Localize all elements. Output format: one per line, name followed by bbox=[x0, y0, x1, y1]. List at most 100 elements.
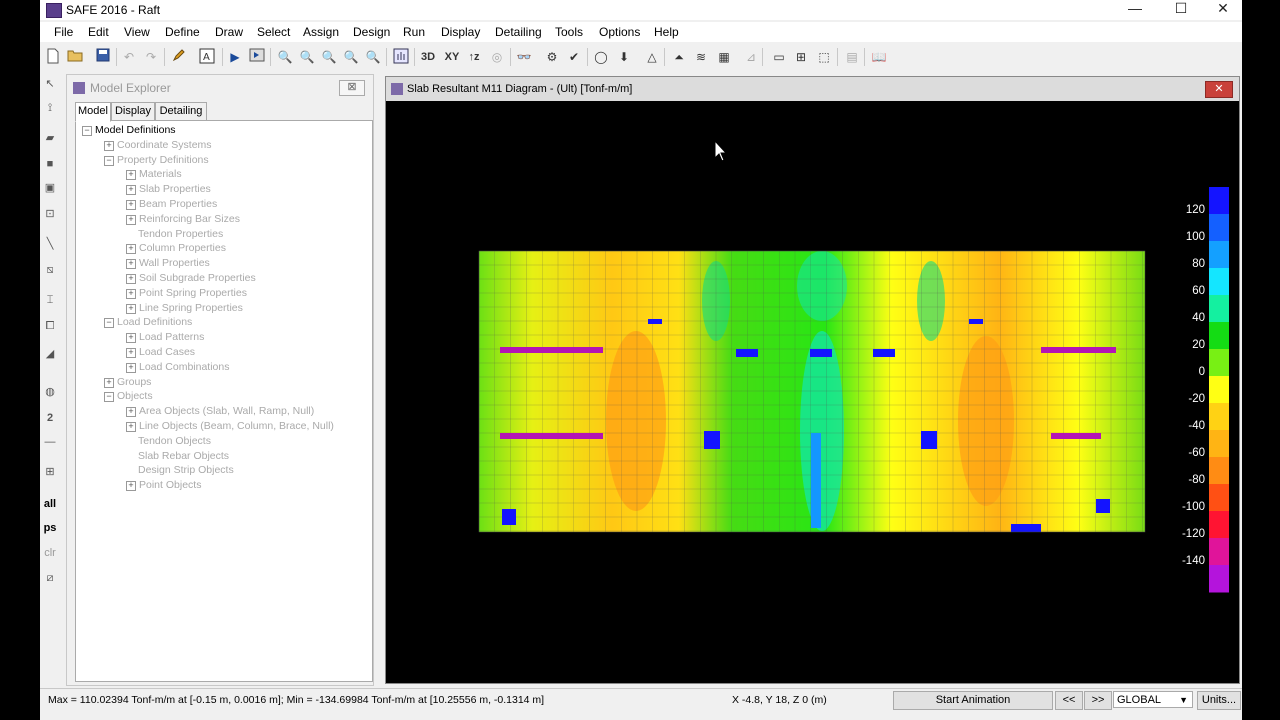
tree-item[interactable]: Design Strip Objects bbox=[126, 464, 234, 476]
expand-icon[interactable]: + bbox=[104, 377, 114, 388]
triangle-outline-icon[interactable]: ⏶ bbox=[670, 48, 688, 66]
zoom-previous-icon[interactable]: 🔍 bbox=[364, 48, 382, 66]
expand-icon[interactable]: + bbox=[126, 348, 136, 358]
explorer-close-button[interactable]: ⊠ bbox=[339, 80, 365, 96]
tree-item[interactable]: + Groups bbox=[104, 376, 151, 388]
menu-run[interactable]: Run bbox=[403, 25, 425, 39]
collapse-icon[interactable]: − bbox=[82, 126, 92, 136]
expand-icon[interactable]: + bbox=[126, 274, 136, 284]
tree-item[interactable]: + Load Cases bbox=[126, 346, 195, 358]
tree-item[interactable]: + Reinforcing Bar Sizes bbox=[126, 213, 240, 225]
tab-detailing[interactable]: Detailing bbox=[155, 102, 207, 121]
tree-item[interactable]: + Soil Subgrade Properties bbox=[126, 272, 256, 284]
tree-item[interactable]: + Beam Properties bbox=[126, 198, 217, 210]
tree-item[interactable]: Slab Rebar Objects bbox=[126, 450, 229, 462]
tree-item[interactable]: + Point Spring Properties bbox=[126, 287, 247, 299]
expand-icon[interactable]: + bbox=[126, 333, 136, 344]
expand-icon[interactable]: + bbox=[126, 200, 136, 210]
clear-selection-button[interactable]: clr bbox=[40, 543, 60, 563]
menu-define[interactable]: Define bbox=[165, 25, 200, 39]
tree-item[interactable]: − Objects bbox=[104, 390, 153, 403]
close-window-button[interactable]: ✕ bbox=[1202, 0, 1244, 20]
tree-item[interactable]: Tendon Properties bbox=[126, 228, 223, 240]
units-button[interactable]: Units... bbox=[1197, 691, 1241, 710]
xy-plane-icon[interactable]: XY bbox=[443, 48, 461, 66]
next-step-button[interactable]: >> bbox=[1084, 691, 1112, 710]
3d-view-icon[interactable]: 3D bbox=[419, 48, 437, 66]
expand-icon[interactable]: + bbox=[126, 362, 136, 373]
intersecting-line-icon[interactable]: ⧄ bbox=[40, 568, 60, 588]
redo-icon[interactable]: ↷ bbox=[142, 48, 160, 66]
area-loads-icon[interactable]: ▭ bbox=[770, 48, 788, 66]
draw-line-icon[interactable]: ╲ bbox=[40, 234, 60, 254]
circle-icon[interactable]: ◯ bbox=[592, 48, 610, 66]
table-grid-icon[interactable]: ▤ bbox=[843, 48, 861, 66]
expand-icon[interactable]: + bbox=[126, 214, 136, 225]
run-analysis-icon[interactable] bbox=[248, 48, 266, 66]
expand-icon[interactable]: + bbox=[126, 244, 136, 255]
zoom-rectangle-icon[interactable]: 🔍 bbox=[276, 48, 294, 66]
previous-step-button[interactable]: << bbox=[1055, 691, 1083, 710]
tab-display[interactable]: Display bbox=[111, 102, 155, 121]
start-animation-button[interactable]: Start Animation bbox=[893, 691, 1053, 710]
menu-display[interactable]: Display bbox=[441, 25, 480, 39]
tree-item[interactable]: + Wall Properties bbox=[126, 257, 210, 270]
draw-dimension-icon[interactable]: 2 bbox=[40, 408, 60, 428]
arrow-down-icon[interactable]: ⬇ bbox=[615, 48, 633, 66]
run-icon[interactable]: ▶ bbox=[226, 48, 244, 66]
open-folder-icon[interactable] bbox=[66, 48, 84, 66]
refresh-window-icon[interactable]: A bbox=[198, 48, 216, 66]
expand-icon[interactable]: + bbox=[126, 303, 136, 314]
reshape-icon[interactable]: ⟟ bbox=[40, 98, 60, 118]
expand-icon[interactable]: + bbox=[126, 422, 136, 432]
undo-icon[interactable]: ↶ bbox=[120, 48, 138, 66]
pan-icon[interactable] bbox=[392, 48, 410, 66]
moment-contour-canvas[interactable]: 120 100 80 60 40 20 0 -20 -40 -60 -80 -100 -120 -140 bbox=[386, 101, 1239, 681]
expand-icon[interactable]: + bbox=[126, 481, 136, 492]
minimize-button[interactable]: — bbox=[1114, 0, 1156, 20]
book-icon[interactable]: 📖 bbox=[870, 48, 888, 66]
draw-slab-icon[interactable]: ▣ bbox=[40, 178, 60, 198]
tree-item[interactable]: + Area Objects (Slab, Wall, Ramp, Null) bbox=[126, 405, 314, 418]
tree-item[interactable]: + Line Spring Properties bbox=[126, 302, 243, 314]
draw-beam-icon[interactable]: ⧅ bbox=[40, 260, 60, 280]
plot-close-button[interactable]: ✕ bbox=[1205, 81, 1233, 98]
tree-item[interactable]: + Point Objects bbox=[126, 479, 201, 492]
tree-item[interactable]: + Coordinate Systems bbox=[104, 139, 212, 151]
menu-draw[interactable]: Draw bbox=[215, 25, 243, 39]
select-all-button[interactable]: all bbox=[40, 494, 60, 514]
line-loads-icon[interactable]: ⊞ bbox=[792, 48, 810, 66]
triangle-icon[interactable]: △ bbox=[643, 48, 661, 66]
menu-select[interactable]: Select bbox=[257, 25, 290, 39]
tree-item[interactable]: Tendon Objects bbox=[126, 435, 211, 447]
draw-opening-icon[interactable]: ⊡ bbox=[40, 204, 60, 224]
tree-item[interactable]: + Line Objects (Beam, Column, Brace, Null… bbox=[126, 420, 334, 432]
menu-file[interactable]: File bbox=[54, 25, 73, 39]
new-file-icon[interactable] bbox=[44, 48, 62, 66]
menu-view[interactable]: View bbox=[124, 25, 150, 39]
set-building-view-icon[interactable]: ⚙ bbox=[543, 48, 561, 66]
expand-icon[interactable]: + bbox=[126, 170, 136, 181]
collapse-icon[interactable]: − bbox=[104, 155, 114, 166]
piers-icon[interactable]: ▦ bbox=[715, 48, 733, 66]
table-icon[interactable]: ⬚ bbox=[815, 48, 833, 66]
menu-assign[interactable]: Assign bbox=[303, 25, 339, 39]
menu-design[interactable]: Design bbox=[353, 25, 390, 39]
tree-item[interactable]: − Model Definitions bbox=[82, 124, 176, 136]
check-icon[interactable]: ✔ bbox=[565, 48, 583, 66]
calculator-icon[interactable]: ⊿ bbox=[742, 48, 760, 66]
coordinate-system-select[interactable]: GLOBAL ▼ bbox=[1113, 691, 1193, 708]
maximize-button[interactable]: ☐ bbox=[1160, 0, 1202, 20]
draw-dimension-line-icon[interactable]: — bbox=[40, 432, 60, 452]
tree-item[interactable]: + Materials bbox=[126, 168, 182, 181]
tree-item[interactable]: − Load Definitions bbox=[104, 316, 192, 329]
collapse-icon[interactable]: − bbox=[104, 318, 114, 329]
zoom-out-icon[interactable]: 🔍 bbox=[320, 48, 338, 66]
tree-item[interactable]: + Slab Properties bbox=[126, 183, 211, 196]
expand-icon[interactable]: + bbox=[126, 407, 136, 418]
draw-point-icon[interactable]: ◍ bbox=[40, 382, 60, 402]
zoom-in-icon[interactable]: 🔍 bbox=[298, 48, 316, 66]
snap-icon[interactable]: ⊞ bbox=[40, 462, 60, 482]
save-icon[interactable] bbox=[94, 48, 112, 66]
draw-wall-icon[interactable]: ⧠ bbox=[40, 316, 60, 336]
